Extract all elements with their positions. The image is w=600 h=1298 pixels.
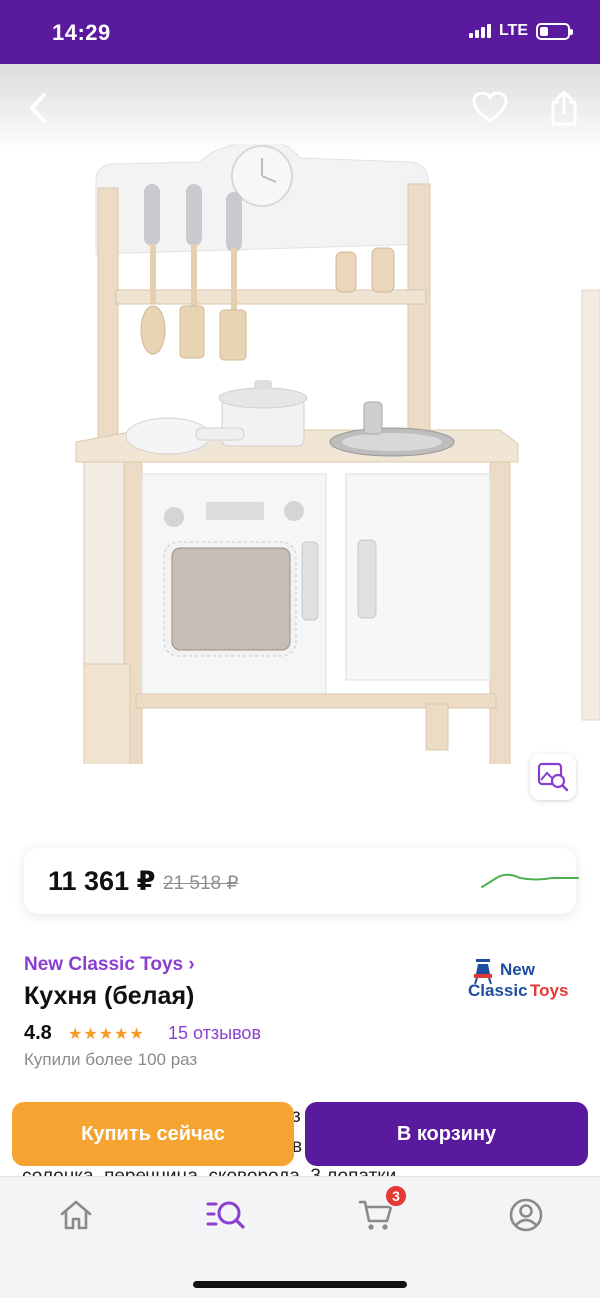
- svg-text:Toys: Toys: [530, 981, 568, 1000]
- chevron-left-icon: [30, 93, 46, 123]
- svg-text:New: New: [500, 960, 536, 979]
- product-image: [75, 144, 600, 764]
- signal-icon: [468, 24, 491, 38]
- share-icon: [551, 90, 577, 126]
- catalog-search-icon: [206, 1201, 245, 1229]
- visual-search-button[interactable]: [530, 754, 576, 800]
- nav-profile[interactable]: [504, 1193, 548, 1237]
- purchase-count: Купили более 100 раз: [24, 1050, 198, 1069]
- brand-link[interactable]: New Classic Toys ›: [24, 954, 195, 976]
- nav-cart[interactable]: 3: [354, 1184, 408, 1237]
- brand-logo[interactable]: New Classic Toys: [466, 952, 578, 1002]
- share-button[interactable]: [542, 86, 586, 130]
- product-title: Кухня (белая): [24, 982, 195, 1010]
- heart-icon: [472, 92, 508, 123]
- current-price: 11 361 ₽: [48, 866, 156, 896]
- battery-level: [540, 26, 548, 36]
- price-card[interactable]: 11 361 ₽ 21 518 ₽: [24, 848, 579, 914]
- star-rating-icon: ★★★★★: [68, 1026, 145, 1043]
- back-button[interactable]: [16, 86, 60, 130]
- home-icon: [60, 1200, 92, 1230]
- product-image-gallery[interactable]: [0, 64, 600, 824]
- add-to-cart-button[interactable]: В корзину: [305, 1102, 588, 1166]
- price-history-chart[interactable]: [480, 868, 580, 892]
- image-search-icon: [537, 762, 569, 792]
- battery-icon: [536, 22, 573, 40]
- rating-value: 4.8: [24, 1022, 52, 1044]
- nav-home[interactable]: [54, 1193, 98, 1237]
- buy-now-button[interactable]: Купить сейчас: [12, 1102, 294, 1166]
- svg-text:Classic: Classic: [468, 981, 528, 1000]
- cart-count-badge: 3: [384, 1184, 408, 1208]
- status-time: 14:29: [52, 20, 111, 45]
- nav-catalog[interactable]: [204, 1193, 248, 1237]
- profile-icon: [509, 1198, 543, 1232]
- reviews-link[interactable]: 15 отзывов: [168, 1023, 261, 1044]
- home-indicator[interactable]: [193, 1281, 407, 1288]
- status-bar: 14:29 LTE: [0, 0, 600, 64]
- old-price: 21 518 ₽: [163, 873, 239, 894]
- brand-logo-image: New Classic Toys: [468, 959, 568, 1000]
- favorite-button[interactable]: [468, 86, 512, 130]
- status-indicators: LTE: [468, 22, 573, 40]
- bottom-navigation: 3: [0, 1176, 600, 1298]
- network-label: LTE: [498, 22, 528, 39]
